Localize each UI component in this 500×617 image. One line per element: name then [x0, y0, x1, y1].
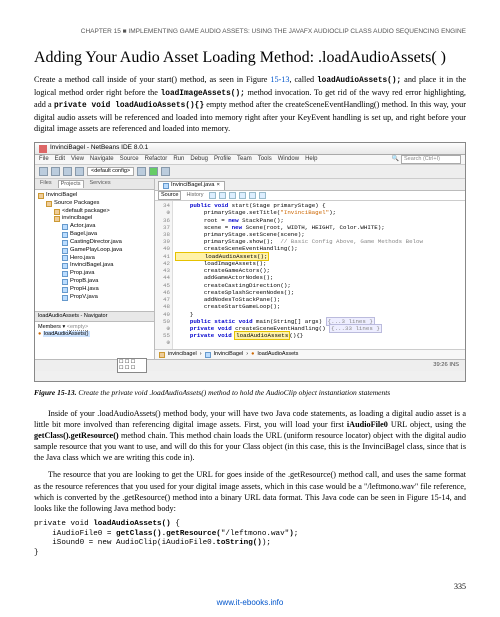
java-file-icon — [62, 263, 68, 269]
left-panel: Files Projects Services InvinciBagelSour… — [35, 179, 155, 359]
new-file-icon[interactable] — [39, 167, 48, 176]
tree-item[interactable]: InvinciBagel.java — [62, 262, 151, 270]
editor-tabs[interactable]: InvinciBagel.java× — [155, 179, 465, 191]
editor-icon[interactable] — [219, 192, 226, 199]
tree-item[interactable]: invincibagel — [54, 215, 151, 223]
editor-icon[interactable] — [259, 192, 266, 199]
body-paragraph-1: Inside of your .loadAudioAssets() method… — [34, 408, 466, 463]
java-file-icon — [163, 183, 169, 189]
tree-item[interactable]: CastingDirector.java — [62, 239, 151, 247]
menu-bar[interactable]: FileEditViewNavigateSourceRefactorRunDeb… — [35, 155, 465, 165]
status-bar: 39:26 INS — [35, 359, 465, 371]
window-title: InvinciBagel - NetBeans IDE 8.0.1 — [50, 144, 148, 153]
tree-item[interactable]: PropV.java — [62, 294, 151, 302]
search-input[interactable]: Search (Ctrl+I) — [401, 155, 461, 164]
page-number: 335 — [454, 582, 466, 593]
tree-item[interactable]: Bagel.java — [62, 231, 151, 239]
tree-item[interactable]: GamePlayLoop.java — [62, 247, 151, 255]
section-heading: Adding Your Audio Asset Loading Method: … — [34, 47, 466, 69]
java-file-icon — [62, 279, 68, 285]
close-icon[interactable]: × — [217, 182, 220, 190]
line-gutter: 34⊕363738394041424344454647484950⊕55⊕ — [155, 201, 173, 349]
tree-item[interactable]: <default package> — [54, 208, 151, 216]
editor-icon[interactable] — [239, 192, 246, 199]
editor-tab[interactable]: InvinciBagel.java× — [158, 181, 225, 190]
java-file-icon — [62, 224, 68, 230]
tree-item[interactable]: PropB.java — [62, 278, 151, 286]
left-panel-tabs[interactable]: Files Projects Services — [35, 179, 154, 190]
package-icon — [38, 193, 44, 199]
tree-item[interactable]: Actor.java — [62, 223, 151, 231]
history-tab[interactable]: History — [184, 192, 205, 199]
tree-item[interactable]: InvinciBagel — [38, 192, 151, 200]
ide-screenshot: InvinciBagel - NetBeans IDE 8.0.1 FileEd… — [34, 142, 466, 382]
save-icon[interactable] — [63, 167, 72, 176]
navigator-header: loadAudioAssets - Navigator — [35, 312, 154, 322]
intro-paragraph: Create a method call inside of your star… — [34, 74, 466, 134]
class-icon — [205, 352, 211, 358]
footer-link[interactable]: www.it-ebooks.info — [0, 598, 500, 609]
tab-files[interactable]: Files — [38, 180, 54, 187]
java-file-icon — [62, 232, 68, 238]
app-icon — [39, 145, 47, 153]
editor-icon[interactable] — [209, 192, 216, 199]
navigator-item[interactable]: loadAudioAssets() — [43, 331, 90, 337]
body-paragraph-2: The resource that you are looking to get… — [34, 469, 466, 513]
tab-projects[interactable]: Projects — [58, 180, 84, 188]
figure-caption: Figure 15-13. Create the private void .l… — [34, 388, 466, 398]
project-tree[interactable]: InvinciBagelSource Packages<default pack… — [35, 190, 154, 311]
editor-panel: InvinciBagel.java× Source History 34⊕363… — [155, 179, 465, 359]
figure-ref: 15-13 — [270, 75, 289, 84]
breadcrumb-bar[interactable]: invincibagel › InvinciBagel › ●loadAudio… — [155, 349, 465, 359]
editor-icon[interactable] — [229, 192, 236, 199]
chapter-header: CHAPTER 15 ■ IMPLEMENTING GAME AUDIO ASS… — [34, 28, 466, 37]
code-editor[interactable]: 34⊕363738394041424344454647484950⊕55⊕ pu… — [155, 201, 465, 349]
java-file-icon — [62, 287, 68, 293]
tree-item[interactable]: Prop.java — [62, 270, 151, 278]
pkg-icon — [159, 352, 165, 358]
build-icon[interactable] — [137, 167, 146, 176]
tree-item[interactable]: Hero.java — [62, 255, 151, 263]
java-file-icon — [62, 240, 68, 246]
java-file-icon — [62, 271, 68, 277]
config-dropdown[interactable]: <default config> — [87, 167, 134, 176]
filter-popup[interactable]: ☐ ☐ ☐☐ ☐ ☐ — [117, 358, 147, 373]
debug-icon[interactable] — [161, 167, 170, 176]
navigator-panel: loadAudioAssets - Navigator Members ▾ <e… — [35, 311, 154, 359]
java-file-icon — [62, 255, 68, 261]
window-titlebar: InvinciBagel - NetBeans IDE 8.0.1 — [35, 143, 465, 155]
code-content[interactable]: public void start(Stage primaryStage) { … — [173, 201, 465, 349]
search-icon: 🔍 — [392, 155, 399, 163]
java-file-icon — [62, 295, 68, 301]
search-box[interactable]: 🔍 Search (Ctrl+I) — [392, 155, 461, 164]
java-file-icon — [62, 248, 68, 254]
package-icon — [54, 216, 60, 222]
tree-item[interactable]: Source Packages — [46, 200, 151, 208]
source-tab[interactable]: Source — [158, 191, 181, 200]
tab-services[interactable]: Services — [88, 180, 113, 187]
open-icon[interactable] — [51, 167, 60, 176]
method-icon: ● — [251, 351, 254, 358]
toolbar[interactable]: <default config> — [35, 165, 465, 179]
package-icon — [54, 209, 60, 215]
editor-toolstrip[interactable]: Source History — [155, 191, 465, 201]
cursor-position: 39:26 INS — [433, 362, 459, 370]
tree-item[interactable]: PropH.java — [62, 286, 151, 294]
run-icon[interactable] — [149, 167, 158, 176]
undo-icon[interactable] — [75, 167, 84, 176]
editor-icon[interactable] — [249, 192, 256, 199]
code-listing: private void loadAudioAssets() { iAudioF… — [34, 520, 466, 559]
package-icon — [46, 201, 52, 207]
